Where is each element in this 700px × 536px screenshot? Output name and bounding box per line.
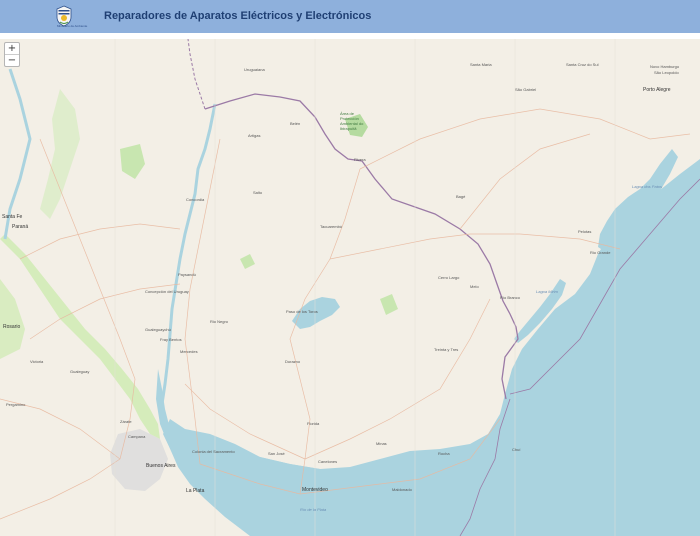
- map-label-belen: Belén: [290, 121, 301, 126]
- map-label-gualeguay: Gualeguay: [70, 369, 90, 374]
- map-label-area-protegida: Área de Protección Ambiental do Ibirapui…: [340, 111, 364, 131]
- map-label-san-jose: San José: [268, 451, 285, 456]
- brazil-argentina-border: [187, 39, 206, 110]
- map-label-parana: Paraná: [12, 224, 29, 230]
- map-label-melo: Melo: [470, 284, 479, 289]
- map-label-florida: Florida: [307, 421, 320, 426]
- map-label-tacuarembo: Tacuarembó: [320, 224, 343, 229]
- map-label-minas: Minas: [376, 441, 387, 446]
- map-label-rio-de-la-plata: Río de la Plata: [300, 507, 327, 512]
- map-label-montevideo: Montevideo: [302, 487, 328, 493]
- map-label-victoria: Victoria: [30, 359, 44, 364]
- map-label-fray-bentos: Fray Bentos: [160, 337, 182, 342]
- map-label-rio-negro: Rio Negro: [210, 319, 229, 324]
- map-label-salto: Salto: [253, 190, 263, 195]
- map-label-cerro-largo: Cerro Largo: [438, 275, 460, 280]
- map-label-concepcion: Concepción del Uruguay: [145, 289, 189, 294]
- map-label-artigas: Artigas: [248, 133, 261, 138]
- map-label-sao-gabriel: São Gabriel: [515, 87, 537, 92]
- map-label-rio-branco: Río Branco: [500, 295, 521, 300]
- map-view[interactable]: Santa Fe Paraná Rosario Buenos Aires La …: [0, 39, 700, 536]
- map-label-chui: Chuí: [512, 447, 521, 452]
- map-label-treinta-y-tres: Treinta y Tres: [434, 347, 459, 352]
- map-label-rivera: Rivera: [354, 157, 366, 162]
- logo-text: Ministerio de Ambiente: [57, 24, 88, 28]
- zoom-in-button[interactable]: +: [5, 43, 19, 54]
- map-label-santa-fe: Santa Fe: [2, 214, 23, 220]
- map-label-maldonado: Maldonado: [392, 487, 412, 492]
- map-label-lagoa-mirim: Lagoa Mirim: [536, 289, 559, 294]
- map-label-concordia: Concordia: [186, 197, 205, 202]
- map-label-santa-maria: Santa Maria: [470, 62, 492, 67]
- map-label-uruguaiana: Uruguaiana: [244, 67, 265, 72]
- map-label-zarate: Zárate: [120, 419, 132, 424]
- map-label-santa-cruz: Santa Cruz do Sul: [566, 62, 599, 67]
- uruguay-border: [204, 93, 519, 400]
- map-label-canelones: Canelones: [318, 459, 338, 464]
- map-label-bage: Bagé: [456, 194, 466, 199]
- map-label-rosario: Rosario: [3, 324, 21, 330]
- map-label-mercedes: Mercedes: [180, 349, 198, 354]
- uruguay-river: [160, 103, 217, 405]
- map-label-pelotas: Pelotas: [578, 229, 592, 234]
- zoom-out-button[interactable]: −: [5, 54, 19, 66]
- map-label-paysandu: Paysandú: [178, 272, 196, 277]
- map-label-sao-leopoldo: São Leopoldo: [654, 70, 679, 75]
- map-label-campana: Campana: [128, 434, 146, 439]
- map-label-rio-grande: Rio Grande: [590, 250, 611, 255]
- map-label-rocha: Rocha: [438, 451, 450, 456]
- map-label-durazno: Durazno: [285, 359, 301, 364]
- map-label-novo-hamburgo: Novo Hamburgo: [650, 64, 680, 69]
- map-label-la-plata: La Plata: [186, 488, 205, 494]
- page-title: Reparadores de Aparatos Eléctricos y Ele…: [104, 10, 372, 22]
- app-header: Ministerio de Ambiente Reparadores de Ap…: [0, 0, 700, 33]
- zoom-control: + −: [4, 42, 20, 67]
- map-label-paso-de-los-toros: Paso de los Toros: [286, 309, 318, 314]
- parana-delta: [0, 234, 160, 439]
- map-label-buenos-aires: Buenos Aires: [146, 463, 176, 469]
- map-label-lagoa-dos-patos: Lagoa dos Patos: [632, 184, 663, 189]
- map-label-gualeguaychu: Gualeguaychú: [145, 327, 171, 332]
- map-label-pergamino: Pergamino: [6, 402, 26, 407]
- map-label-porto-alegre: Porto Alegre: [643, 87, 671, 93]
- map-label-colonia: Colonia del Sacramento: [192, 449, 235, 454]
